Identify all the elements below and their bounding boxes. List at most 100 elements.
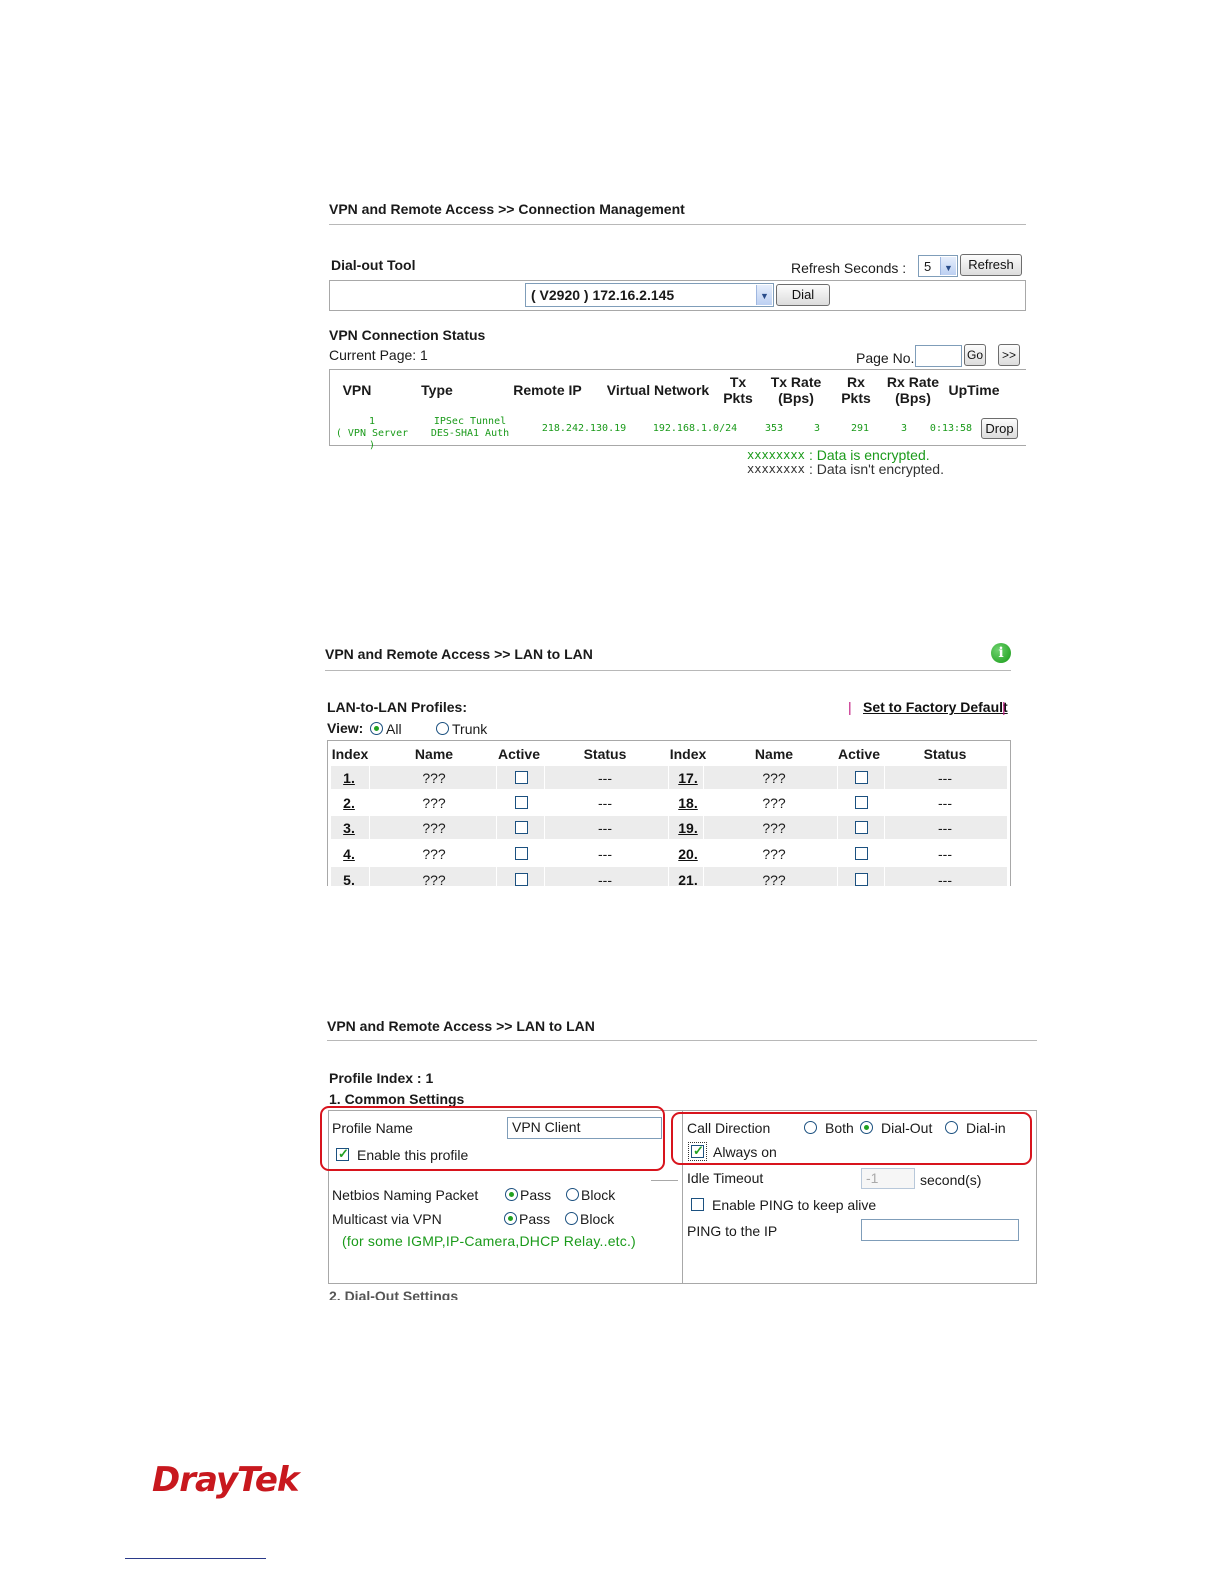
profile-status: ---: [938, 846, 952, 862]
profile-name: ???: [422, 795, 446, 811]
header-status: Status: [923, 746, 967, 762]
page-no-label: Page No.: [856, 350, 915, 366]
header-type: Type: [421, 382, 453, 398]
header-active: Active: [837, 746, 881, 762]
dial-target-select[interactable]: ( V2920 ) 172.16.2.145 ▼: [525, 283, 774, 307]
refresh-seconds-label: Refresh Seconds :: [791, 260, 907, 276]
active-checkbox[interactable]: [515, 847, 528, 860]
multicast-label: Multicast via VPN: [332, 1211, 442, 1227]
active-checkbox[interactable]: [855, 796, 868, 809]
legend-plain-text: : Data isn't encrypted.: [809, 463, 944, 477]
active-checkbox[interactable]: [855, 771, 868, 784]
row-tx-rate: 3: [813, 423, 821, 434]
view-all-radio[interactable]: [370, 722, 383, 735]
row-vpn: 1( VPN Server ): [335, 416, 409, 451]
profile-name: ???: [422, 846, 446, 862]
dialout-tool-title: Dial-out Tool: [331, 257, 416, 273]
lan-profiles-label: LAN-to-LAN Profiles:: [327, 699, 467, 715]
profile-name: ???: [762, 795, 786, 811]
divider: [329, 224, 1026, 225]
profile-index-link[interactable]: 21.: [672, 872, 704, 886]
multicast-block-radio[interactable]: [565, 1212, 578, 1225]
idle-timeout-label: Idle Timeout: [687, 1170, 764, 1186]
profile-status: ---: [598, 820, 612, 836]
active-checkbox[interactable]: [855, 821, 868, 834]
section-dialout-settings: 2. Dial-Out Settings: [329, 1288, 459, 1300]
profile-name: ???: [762, 770, 786, 786]
profile-index-link[interactable]: 1.: [334, 770, 364, 786]
lan-profile-breadcrumb: VPN and Remote Access >> LAN to LAN: [327, 1018, 595, 1034]
legend-plain-sample: xxxxxxxx: [747, 463, 805, 476]
profile-status: ---: [938, 770, 952, 786]
highlight-box: [671, 1112, 1032, 1165]
idle-timeout-input[interactable]: -1: [861, 1168, 915, 1189]
multicast-pass-radio[interactable]: [504, 1212, 517, 1225]
refresh-seconds-select[interactable]: 5 ▼: [918, 255, 958, 277]
ping-ip-input[interactable]: [861, 1219, 1019, 1241]
profile-index-link[interactable]: 2.: [334, 795, 364, 811]
header-name: Name: [414, 746, 454, 762]
refresh-seconds-value: 5: [924, 259, 932, 274]
profile-name: ???: [422, 770, 446, 786]
chevron-down-icon: ▼: [756, 285, 772, 305]
drop-button[interactable]: Drop: [981, 418, 1018, 439]
header-tx-rate: Tx Rate (Bps): [770, 374, 822, 406]
active-checkbox[interactable]: [855, 873, 868, 886]
lan-profiles-table: Index Name Active Status Index Name Acti…: [327, 740, 1011, 886]
profile-status: ---: [598, 846, 612, 862]
profile-index-link[interactable]: 20.: [672, 846, 704, 862]
highlight-box: [320, 1106, 665, 1171]
active-checkbox[interactable]: [515, 873, 528, 886]
header-tx-pkts: Tx Pkts: [723, 374, 753, 406]
profile-index-link[interactable]: 3.: [334, 820, 364, 836]
go-button[interactable]: Go: [964, 344, 986, 366]
refresh-button[interactable]: Refresh: [960, 254, 1022, 276]
netbios-label: Netbios Naming Packet: [332, 1187, 479, 1203]
view-label: View:: [327, 720, 364, 736]
row-rx-rate: 3: [900, 423, 908, 434]
legend-plain: xxxxxxxx : Data isn't encrypted.: [745, 463, 985, 477]
netbios-block-radio[interactable]: [566, 1188, 579, 1201]
factory-default-link[interactable]: Set to Factory Default: [863, 699, 1008, 715]
header-index: Index: [669, 746, 707, 762]
divider: [325, 670, 1011, 671]
active-checkbox[interactable]: [515, 771, 528, 784]
active-checkbox[interactable]: [515, 796, 528, 809]
profile-index-link[interactable]: 4.: [334, 846, 364, 862]
page-no-input[interactable]: [915, 345, 962, 367]
header-rx-rate: Rx Rate (Bps): [886, 374, 940, 406]
legend-encrypted-sample: xxxxxxxx: [747, 448, 805, 462]
header-index: Index: [331, 746, 369, 762]
row-tx-pkts: 353: [764, 423, 784, 434]
active-checkbox[interactable]: [855, 847, 868, 860]
multicast-note: (for some IGMP,IP-Camera,DHCP Relay..etc…: [342, 1233, 636, 1249]
row-type: IPSec Tunnel DES-SHA1 Auth: [430, 416, 510, 439]
dial-button[interactable]: Dial: [776, 284, 830, 306]
draytek-logo: DrayTek: [152, 1460, 300, 1500]
ping-ip-label: PING to the IP: [687, 1223, 778, 1239]
netbios-block-label: Block: [581, 1187, 616, 1203]
profile-index-link[interactable]: 19.: [672, 820, 704, 836]
header-virtual-network: Virtual Network: [606, 382, 710, 398]
seconds-label: second(s): [920, 1172, 982, 1188]
profile-name: ???: [762, 820, 786, 836]
next-page-button[interactable]: >>: [998, 344, 1020, 366]
profile-index-link[interactable]: 18.: [672, 795, 704, 811]
footer-rule: [125, 1558, 266, 1559]
netbios-pass-radio[interactable]: [505, 1188, 518, 1201]
view-all-label: All: [386, 721, 402, 737]
profile-index-link[interactable]: 5.: [334, 872, 364, 886]
ping-keepalive-checkbox[interactable]: [691, 1198, 704, 1211]
active-checkbox[interactable]: [515, 821, 528, 834]
info-icon[interactable]: i: [991, 643, 1011, 663]
profile-status: ---: [598, 795, 612, 811]
view-trunk-radio[interactable]: [436, 722, 449, 735]
conn-breadcrumb: VPN and Remote Access >> Connection Mana…: [329, 201, 685, 217]
profile-status: ---: [598, 770, 612, 786]
legend-encrypted-text: : Data is encrypted.: [809, 447, 930, 463]
row-rx-pkts: 291: [850, 423, 870, 434]
header-uptime: UpTime: [948, 382, 1000, 398]
row-remote-ip: 218.242.130.19: [541, 423, 627, 434]
header-active: Active: [497, 746, 541, 762]
profile-index-link[interactable]: 17.: [672, 770, 704, 786]
